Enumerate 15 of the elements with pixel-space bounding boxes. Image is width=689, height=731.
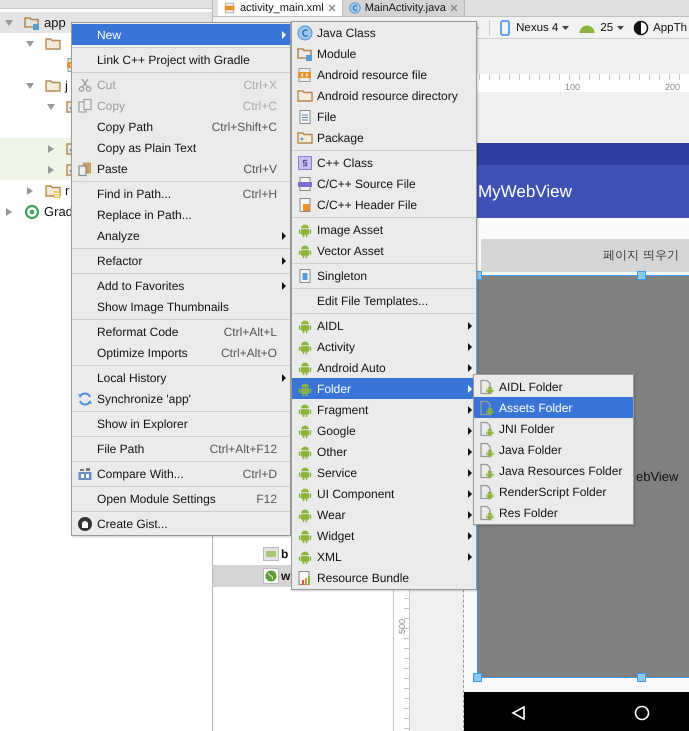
shortcut-text: Ctrl+Alt+O [220,346,277,360]
webview-label: ebView [636,469,678,484]
shortcut-text: Ctrl+V [243,162,277,176]
shortcut-text: Ctrl+D [242,466,277,480]
ruler-label: 100 [565,82,582,92]
shortcut-text: Ctrl+Alt+F12 [210,442,277,456]
shortcut-text: Ctrl+Alt+L [224,324,277,338]
shortcut-text: Ctrl+H [242,186,277,200]
shortcut-text: F12 [256,492,277,506]
app-title: MyWebView [478,182,572,202]
ruler-label: 200 [665,82,682,92]
shortcut-text: Ctrl+X [243,78,277,92]
shortcut-text: Ctrl+Shift+C [212,120,277,134]
shortcut-text: Ctrl+C [242,98,277,112]
ruler-label: 500 [396,619,406,634]
